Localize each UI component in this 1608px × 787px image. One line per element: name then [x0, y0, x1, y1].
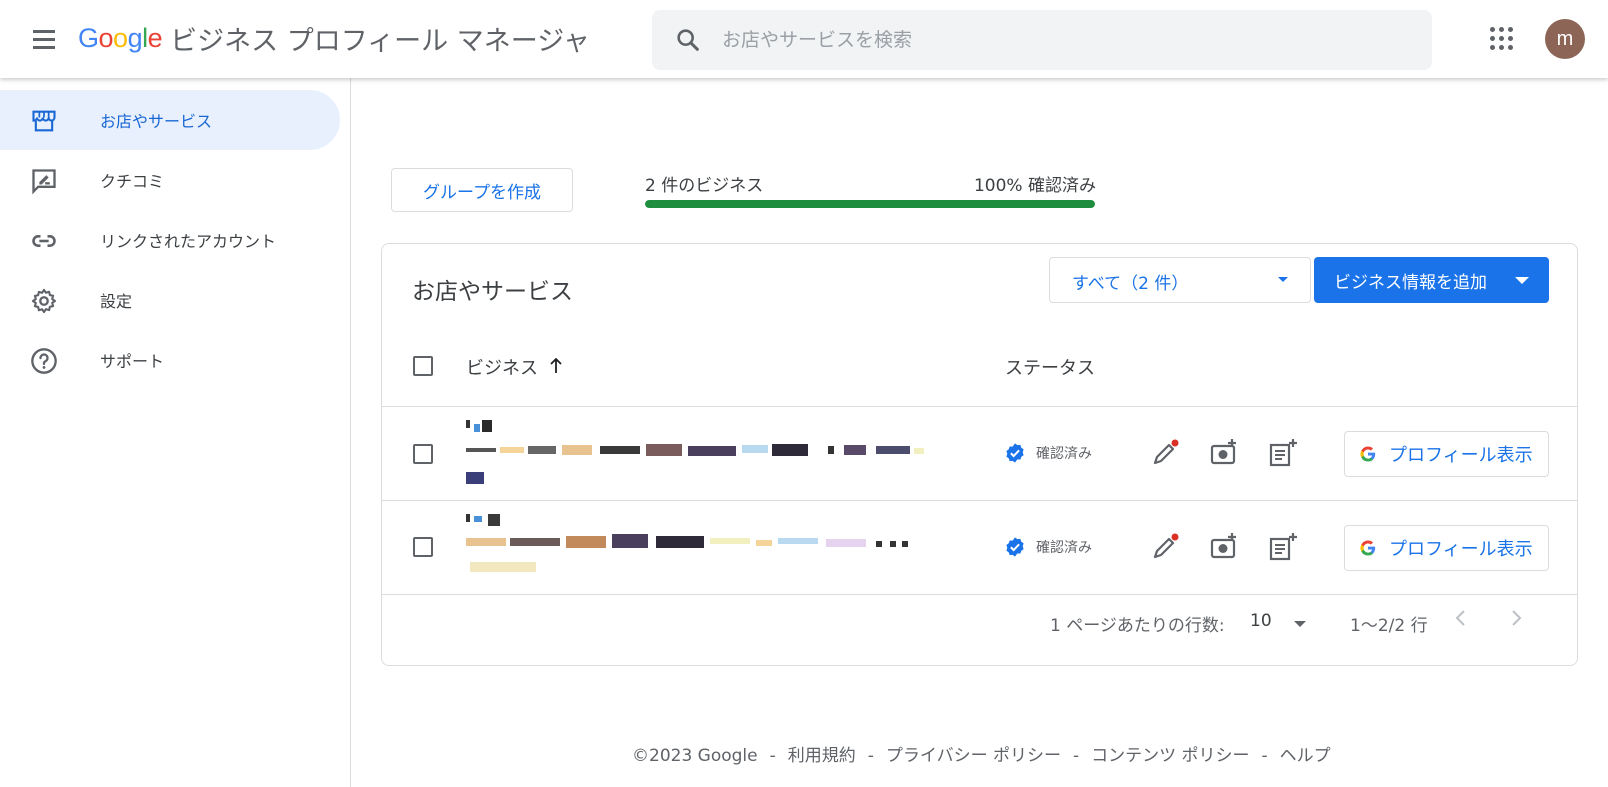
footer-separator: - [1072, 746, 1080, 766]
google-g-icon [1360, 446, 1376, 462]
row-checkbox[interactable] [413, 537, 433, 557]
link-icon [32, 235, 56, 247]
footer-separator: - [867, 746, 874, 766]
create-group-button[interactable]: グループを作成 [391, 168, 573, 212]
chevron-down-icon [1294, 621, 1306, 627]
footer: ©2023 Google - 利用規約 - プライバシー ポリシー - コンテンツ ポリシー… [632, 741, 1331, 766]
google-g-icon [1360, 540, 1376, 556]
rows-per-page-select[interactable]: 10 [1250, 608, 1310, 636]
app-logo[interactable]: Google ビジネス プロフィール マネージャ [78, 16, 590, 60]
sidebar-item-locations[interactable]: お店やサービス [0, 90, 340, 150]
footer-separator: - [769, 746, 776, 766]
table-row: 確認済み プロフィール表示 [382, 501, 1577, 595]
verified-badge-icon [1006, 443, 1024, 463]
view-profile-label: プロフィール表示 [1389, 445, 1533, 466]
col-header-status: ステータス [1005, 358, 1095, 379]
row-checkbox[interactable] [413, 444, 433, 464]
edit-pencil-icon[interactable] [1149, 437, 1181, 469]
next-page-icon[interactable] [1502, 604, 1530, 632]
status-label: 確認済み [1036, 540, 1092, 556]
sidebar-item-linked-accounts[interactable]: リンクされたアカウント [0, 210, 340, 270]
rows-per-page-value: 10 [1250, 611, 1272, 631]
status-label: 確認済み [1036, 446, 1092, 462]
chevron-down-icon [1515, 277, 1529, 284]
account-avatar[interactable]: m [1545, 19, 1585, 59]
col-header-business[interactable]: ビジネス [466, 354, 538, 380]
reviews-icon [32, 169, 56, 195]
store-icon [32, 110, 56, 132]
product-name: ビジネス プロフィール マネージャ [170, 25, 590, 57]
select-all-checkbox[interactable] [413, 356, 433, 376]
edit-pencil-icon[interactable] [1149, 531, 1181, 563]
footer-link-privacy[interactable]: プライバシー ポリシー [886, 746, 1061, 766]
sidebar-item-reviews[interactable]: クチコミ [0, 150, 340, 210]
card-title: お店やサービス [412, 279, 573, 305]
gear-icon [31, 288, 57, 314]
divider [382, 594, 1577, 595]
view-profile-label: プロフィール表示 [1389, 539, 1533, 560]
chevron-down-icon [1278, 277, 1288, 282]
previous-page-icon[interactable] [1447, 604, 1475, 632]
footer-separator: - [1261, 746, 1268, 766]
add-photo-icon[interactable] [1208, 437, 1240, 469]
verification-progress-bar [645, 200, 1095, 208]
add-post-icon[interactable] [1267, 531, 1299, 563]
top-app-bar: Google ビジネス プロフィール マネージャ m [0, 0, 1608, 78]
sort-ascending-icon[interactable] [549, 358, 563, 374]
filter-dropdown[interactable]: すべて（2 件） [1049, 257, 1311, 303]
business-name-redacted[interactable] [466, 514, 956, 584]
sidebar: お店やサービス クチコミ リンクされたアカウント 設定 サポート [0, 78, 351, 787]
table-row: 確認済み プロフィール表示 [382, 407, 1577, 501]
help-icon [31, 348, 57, 374]
filter-label: すべて（2 件） [1072, 274, 1189, 294]
sidebar-item-label: サポート [100, 352, 165, 371]
sidebar-item-label: 設定 [100, 292, 133, 311]
verified-percentage: 100% 確認済み [973, 176, 1096, 196]
col-header-label: ビジネス [466, 358, 538, 379]
locations-card: お店やサービス すべて（2 件） ビジネス情報を追加 ビジネス ステータス 確認… [381, 243, 1578, 666]
sidebar-item-settings[interactable]: 設定 [0, 270, 340, 330]
search-bar[interactable] [652, 10, 1432, 70]
menu-icon[interactable] [30, 27, 58, 51]
progress-fill [645, 200, 1095, 208]
add-business-label: ビジネス情報を追加 [1334, 272, 1487, 293]
google-logo: Google [78, 22, 163, 53]
add-post-icon[interactable] [1267, 437, 1299, 469]
pagination-range: 1〜2/2 行 [1350, 616, 1428, 636]
footer-copyright: ©2023 Google [632, 746, 758, 766]
rows-per-page-label: 1 ページあたりの行数: [1050, 616, 1225, 636]
sidebar-item-label: リンクされたアカウント [100, 232, 277, 251]
footer-link-content-policy[interactable]: コンテンツ ポリシー [1091, 746, 1249, 766]
sidebar-item-label: お店やサービス [100, 112, 213, 131]
sidebar-item-support[interactable]: サポート [0, 330, 340, 390]
add-business-button[interactable]: ビジネス情報を追加 [1314, 257, 1549, 303]
search-icon[interactable] [674, 26, 702, 54]
footer-link-terms[interactable]: 利用規約 [788, 746, 856, 766]
sidebar-item-label: クチコミ [100, 172, 165, 191]
search-input[interactable] [720, 28, 1404, 52]
add-photo-icon[interactable] [1208, 531, 1240, 563]
footer-link-help[interactable]: ヘルプ [1280, 746, 1331, 766]
apps-grid-icon[interactable] [1490, 27, 1516, 53]
view-profile-button[interactable]: プロフィール表示 [1344, 525, 1549, 571]
view-profile-button[interactable]: プロフィール表示 [1344, 431, 1549, 477]
business-name-redacted[interactable] [466, 420, 956, 490]
business-count: 2 件のビジネス [645, 176, 764, 196]
verified-badge-icon [1006, 537, 1024, 557]
